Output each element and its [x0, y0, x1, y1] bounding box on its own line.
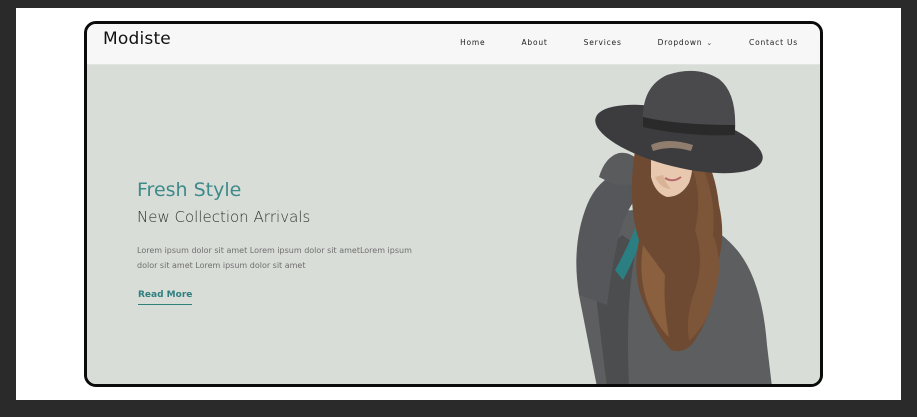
nav-links: Home About Services Dropdown ⌄ Contact Us: [460, 38, 798, 47]
nav-link-dropdown[interactable]: Dropdown ⌄: [658, 38, 713, 47]
nav-link-about[interactable]: About: [521, 38, 547, 47]
nav-link-services[interactable]: Services: [584, 38, 622, 47]
hero-section: Fresh Style New Collection Arrivals Lore…: [87, 65, 820, 384]
hero-model-image: [576, 70, 772, 384]
hero-eyebrow: Fresh Style: [137, 179, 242, 201]
hero-headline: New Collection Arrivals: [137, 208, 311, 226]
brand-logo[interactable]: Modiste: [103, 29, 171, 49]
navbar: Modiste Home About Services Dropdown ⌄ Co…: [87, 24, 820, 65]
browser-frame: Modiste Home About Services Dropdown ⌄ Co…: [84, 21, 823, 387]
hero-body-text: Lorem ipsum dolor sit amet Lorem ipsum d…: [137, 246, 412, 270]
read-more-button[interactable]: Read More: [138, 290, 193, 305]
nav-link-home[interactable]: Home: [460, 38, 485, 47]
nav-link-dropdown-label: Dropdown: [657, 38, 703, 47]
nav-link-contact[interactable]: Contact Us: [749, 38, 798, 47]
chevron-down-icon: ⌄: [706, 39, 714, 47]
